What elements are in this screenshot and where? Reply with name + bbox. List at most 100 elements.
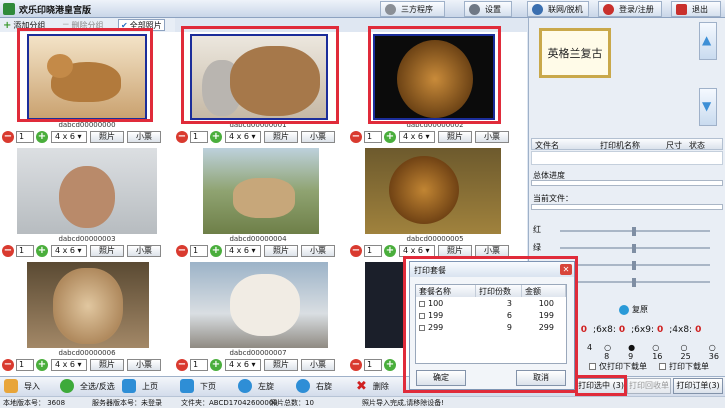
add-group-button[interactable]: + 添加分组 <box>3 19 45 31</box>
increase-button[interactable]: + <box>384 131 396 143</box>
package-row[interactable]: 199 6 199 <box>416 310 566 322</box>
ticket-button[interactable]: 小票 <box>127 245 161 257</box>
decrease-button[interactable]: − <box>2 131 14 143</box>
photo-button[interactable]: 照片 <box>90 131 124 143</box>
lion-grass-photo[interactable] <box>365 148 501 234</box>
increase-button[interactable]: + <box>384 245 396 257</box>
copies-field[interactable]: 1 <box>190 131 208 143</box>
copies-field[interactable]: 1 <box>364 245 382 257</box>
dialog-ok-button[interactable]: 确定 <box>416 370 466 386</box>
photo-button[interactable]: 照片 <box>90 245 124 257</box>
photo-button[interactable]: 照片 <box>438 131 472 143</box>
kittens-photo[interactable] <box>190 34 328 120</box>
white-lion-photo[interactable] <box>190 262 328 348</box>
package-row[interactable]: 299 9 299 <box>416 322 566 334</box>
decrease-button[interactable]: − <box>176 131 188 143</box>
decrease-button[interactable]: − <box>2 245 14 257</box>
decrease-button[interactable]: − <box>176 359 188 371</box>
import-button[interactable]: 导入 <box>4 378 40 394</box>
size-select[interactable]: 4 x 6 ▾ <box>225 131 261 143</box>
row-checkbox[interactable] <box>419 325 425 331</box>
prev-page-button[interactable]: 上页 <box>122 378 158 394</box>
green-slider[interactable] <box>560 244 710 253</box>
row-checkbox[interactable] <box>419 313 425 319</box>
dialog-close-button[interactable]: ✕ <box>560 264 572 275</box>
photo-button[interactable]: 照片 <box>90 359 124 371</box>
dialog-cancel-button[interactable]: 取消 <box>516 370 566 386</box>
lions-field-photo[interactable] <box>203 148 319 234</box>
select-all-button[interactable]: 全选/反选 <box>60 378 115 394</box>
layout-25-option[interactable]: ○ 25 <box>680 343 696 361</box>
print-selected-button[interactable]: 打印选中 (3) <box>577 378 625 394</box>
layout-8-option[interactable]: ○ 8 <box>604 343 616 361</box>
lion-photo[interactable] <box>373 34 495 120</box>
increase-button[interactable]: + <box>36 245 48 257</box>
slider-knob[interactable] <box>632 227 636 236</box>
size-select[interactable]: 4 x 6 ▾ <box>225 359 261 371</box>
red-slider[interactable] <box>560 227 710 236</box>
increase-button[interactable]: + <box>210 245 222 257</box>
print-queue-list[interactable] <box>531 151 723 165</box>
slider-knob[interactable] <box>632 261 636 270</box>
decrease-button[interactable]: − <box>350 359 362 371</box>
size-select[interactable]: 4 x 6 ▾ <box>225 245 261 257</box>
scroll-up-button[interactable]: ▲ <box>699 22 717 60</box>
lioness-photo[interactable] <box>27 262 149 348</box>
size-select[interactable]: 4 x 6 ▾ <box>51 359 87 371</box>
increase-button[interactable]: + <box>210 359 222 371</box>
photo-button[interactable]: 照片 <box>264 131 298 143</box>
photo-button[interactable]: 照片 <box>264 359 298 371</box>
third-party-button[interactable]: 三方程序 <box>380 1 445 17</box>
decrease-button[interactable]: − <box>350 245 362 257</box>
row-checkbox[interactable] <box>419 301 425 307</box>
blue-slider[interactable] <box>560 261 710 270</box>
copies-field[interactable]: 1 <box>190 359 208 371</box>
ticket-button[interactable]: 小票 <box>301 359 335 371</box>
copies-field[interactable]: 1 <box>16 245 34 257</box>
brightness-slider[interactable] <box>560 278 710 287</box>
decrease-button[interactable]: − <box>350 131 362 143</box>
size-select[interactable]: 4 x 6 ▾ <box>399 245 435 257</box>
layout-16-option[interactable]: ○ 16 <box>652 343 668 361</box>
size-select[interactable]: 4 x 6 ▾ <box>51 131 87 143</box>
login-register-button[interactable]: 登录/注册 <box>598 1 662 17</box>
rotate-right-button[interactable]: 右旋 <box>296 378 332 394</box>
ticket-button[interactable]: 小票 <box>127 131 161 143</box>
scroll-down-button[interactable]: ▼ <box>699 88 717 126</box>
print-receipt-button[interactable]: 打印回收单 <box>627 378 671 394</box>
rotate-left-button[interactable]: 左旋 <box>238 378 274 394</box>
copies-field[interactable]: 1 <box>16 131 34 143</box>
layout-4-option[interactable]: 4 <box>587 343 592 361</box>
ticket-button[interactable]: 小票 <box>475 131 509 143</box>
layout-9-option[interactable]: ● 9 <box>628 343 640 361</box>
photo-button[interactable]: 照片 <box>438 245 472 257</box>
network-toggle-button[interactable]: 联网/脱机 <box>527 1 589 17</box>
increase-button[interactable]: + <box>210 131 222 143</box>
increase-button[interactable]: + <box>384 359 396 371</box>
delete-group-button[interactable]: − 删除分组 <box>62 19 104 31</box>
decrease-button[interactable]: − <box>2 359 14 371</box>
exit-button[interactable]: 退出 <box>671 1 721 17</box>
copies-field[interactable]: 1 <box>364 359 382 371</box>
slider-knob[interactable] <box>632 244 636 253</box>
copies-field[interactable]: 1 <box>16 359 34 371</box>
photo-button[interactable]: 照片 <box>264 245 298 257</box>
settings-button[interactable]: 设置 <box>464 1 512 17</box>
only-print-download-checkbox[interactable]: 仅打印下载单 <box>589 361 647 372</box>
delete-button[interactable]: ✖ 删除 <box>356 378 389 394</box>
all-photos-tab[interactable]: ✔ 全部照片 <box>118 19 165 31</box>
ticket-button[interactable]: 小票 <box>301 131 335 143</box>
copies-field[interactable]: 1 <box>190 245 208 257</box>
ticket-button[interactable]: 小票 <box>475 245 509 257</box>
size-select[interactable]: 4 x 6 ▾ <box>51 245 87 257</box>
slider-knob[interactable] <box>632 278 636 287</box>
restore-button[interactable]: 复原 <box>619 304 648 315</box>
print-download-checkbox[interactable]: 打印下载单 <box>659 361 709 372</box>
layout-36-option[interactable]: ○ 36 <box>709 343 725 361</box>
ticket-button[interactable]: 小票 <box>127 359 161 371</box>
increase-button[interactable]: + <box>36 131 48 143</box>
size-select[interactable]: 4 x 6 ▾ <box>399 131 435 143</box>
template-thumbnail[interactable]: 英格兰复古 <box>539 28 611 78</box>
decrease-button[interactable]: − <box>176 245 188 257</box>
package-row[interactable]: 100 3 100 <box>416 298 566 310</box>
